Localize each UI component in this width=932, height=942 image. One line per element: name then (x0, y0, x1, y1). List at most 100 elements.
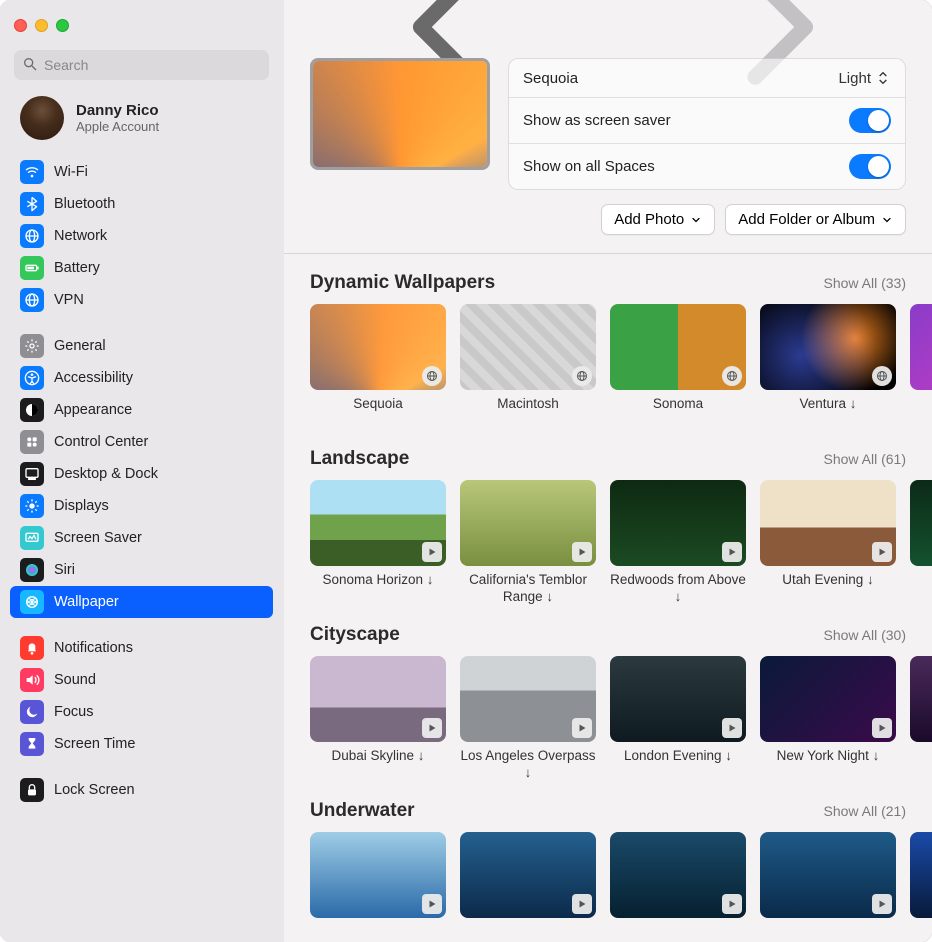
sidebar-item-lock-screen[interactable]: Lock Screen (10, 774, 273, 806)
thumbnail-image (310, 656, 446, 742)
thumbnail-image (460, 304, 596, 390)
sidebar-item-general[interactable]: General (10, 330, 273, 362)
thumbnail-label: Ventura ↓ (760, 396, 896, 430)
sidebar-item-appearance[interactable]: Appearance (10, 394, 273, 426)
show-all-button[interactable]: Show All (30) (824, 627, 906, 643)
sidebar-item-sound[interactable]: Sound (10, 664, 273, 696)
play-icon (872, 718, 892, 738)
show-all-button[interactable]: Show All (21) (824, 803, 906, 819)
sidebar-item-accessibility[interactable]: Accessibility (10, 362, 273, 394)
wallpaper-thumbnail[interactable] (310, 832, 446, 942)
spaces-label: Show on all Spaces (523, 158, 655, 175)
wallpaper-thumbnail[interactable]: Redwoods from Above ↓ (610, 480, 746, 606)
sidebar-nav: Wi-FiBluetoothNetworkBattery VPN General Ac… (0, 150, 283, 942)
play-icon (872, 894, 892, 914)
wallpaper-thumbnail[interactable]: Macintosh (460, 304, 596, 430)
show-all-button[interactable]: Show All (33) (824, 275, 906, 291)
wallpaper-thumbnail[interactable]: Ventura ↓ (760, 304, 896, 430)
sidebar-item-battery[interactable]: Battery (10, 252, 273, 284)
play-icon (422, 894, 442, 914)
wallpaper-thumbnail[interactable]: California's Temblor Range ↓ (460, 480, 596, 606)
wallpaper-name: Sequoia (523, 70, 578, 87)
wallpaper-thumbnail[interactable]: Sonoma Horizon ↓ (310, 480, 446, 606)
wallpaper-thumbnail[interactable]: London Evening ↓ (610, 656, 746, 782)
wi-fi-icon (20, 160, 44, 184)
sidebar-item-label: VPN (54, 292, 84, 308)
search-wrap (0, 50, 283, 90)
wallpaper-thumbnail[interactable] (910, 480, 932, 606)
dynamic-icon (422, 366, 442, 386)
wallpaper-icon (20, 590, 44, 614)
play-icon (422, 542, 442, 562)
sidebar-item-siri[interactable]: Siri (10, 554, 273, 586)
search-input[interactable] (14, 50, 269, 80)
sidebar-item-label: Wallpaper (54, 594, 119, 610)
sidebar-item-focus[interactable]: Focus (10, 696, 273, 728)
thumbnail-image (910, 656, 932, 742)
sidebar-item-wallpaper[interactable]: Wallpaper (10, 586, 273, 618)
thumbnail-image (310, 304, 446, 390)
add-folder-label: Add Folder or Album (738, 211, 875, 228)
wallpaper-thumbnail[interactable] (760, 832, 896, 942)
screensaver-toggle[interactable] (849, 108, 891, 133)
thumbnail-label: California's Temblor Range ↓ (460, 572, 596, 606)
sidebar-item-screen-saver[interactable]: Screen Saver (10, 522, 273, 554)
add-photo-button[interactable]: Add Photo (601, 204, 715, 235)
wallpaper-thumbnail[interactable]: Dubai Skyline ↓ (310, 656, 446, 782)
thumbnail-label: Los Angeles Overpass ↓ (460, 748, 596, 782)
add-folder-button[interactable]: Add Folder or Album (725, 204, 906, 235)
vpn-icon (20, 288, 44, 312)
wallpaper-thumbnail[interactable]: Los Angeles Overpass ↓ (460, 656, 596, 782)
sidebar-item-screen-time[interactable]: Screen Time (10, 728, 273, 760)
section-cityscape: CityscapeShow All (30)Dubai Skyline ↓Los… (284, 606, 932, 782)
wallpaper-thumbnail[interactable] (910, 656, 932, 782)
window-zoom-button[interactable] (56, 19, 69, 32)
thumbnail-label: Sequoia (310, 396, 446, 430)
sidebar-item-notifications[interactable]: Notifications (10, 632, 273, 664)
wallpaper-thumbnail[interactable]: Sonoma (610, 304, 746, 430)
section-landscape: LandscapeShow All (61)Sonoma Horizon ↓Ca… (284, 430, 932, 606)
sidebar-item-label: Accessibility (54, 370, 133, 386)
sidebar-item-vpn[interactable]: VPN (10, 284, 273, 316)
play-icon (572, 894, 592, 914)
thumbnail-row (310, 832, 932, 942)
thumbnail-label: Utah Evening ↓ (760, 572, 896, 606)
account-row[interactable]: Danny Rico Apple Account (0, 90, 283, 150)
wallpaper-thumbnail[interactable]: Sequoia (310, 304, 446, 430)
thumbnail-label: London Evening ↓ (610, 748, 746, 782)
play-icon (572, 718, 592, 738)
thumbnail-image (610, 656, 746, 742)
wallpaper-thumbnail[interactable]: Utah Evening ↓ (760, 480, 896, 606)
sidebar-item-control-center[interactable]: Control Center (10, 426, 273, 458)
window-close-button[interactable] (14, 19, 27, 32)
appearance-icon (20, 398, 44, 422)
current-wallpaper-preview[interactable] (310, 58, 490, 170)
wallpaper-thumbnail[interactable] (910, 304, 932, 430)
thumbnail-label: Sonoma Horizon ↓ (310, 572, 446, 606)
window-minimize-button[interactable] (35, 19, 48, 32)
sound-icon (20, 668, 44, 692)
wallpaper-thumbnail[interactable] (460, 832, 596, 942)
wallpaper-settings: Sequoia Light Show as screen saver Show … (508, 58, 906, 190)
screen-time-icon (20, 732, 44, 756)
sidebar-item-desktop-dock[interactable]: Desktop & Dock (10, 458, 273, 490)
thumbnail-label (910, 572, 932, 606)
show-all-button[interactable]: Show All (61) (824, 451, 906, 467)
sidebar-item-label: Notifications (54, 640, 133, 656)
thumbnail-image (610, 480, 746, 566)
thumbnail-label (910, 924, 932, 942)
wallpaper-thumbnail[interactable] (610, 832, 746, 942)
focus-icon (20, 700, 44, 724)
sections-scroll[interactable]: Dynamic WallpapersShow All (33)SequoiaMa… (284, 254, 932, 942)
spaces-toggle[interactable] (849, 154, 891, 179)
thumbnail-label (610, 924, 746, 942)
sidebar-item-wi-fi[interactable]: Wi-Fi (10, 156, 273, 188)
sidebar-item-bluetooth[interactable]: Bluetooth (10, 188, 273, 220)
wallpaper-mode-select[interactable]: Light (838, 69, 891, 87)
wallpaper-thumbnail[interactable]: New York Night ↓ (760, 656, 896, 782)
play-icon (722, 894, 742, 914)
wallpaper-thumbnail[interactable] (910, 832, 932, 942)
sidebar-item-displays[interactable]: Displays (10, 490, 273, 522)
thumbnail-label (310, 924, 446, 942)
sidebar-item-network[interactable]: Network (10, 220, 273, 252)
